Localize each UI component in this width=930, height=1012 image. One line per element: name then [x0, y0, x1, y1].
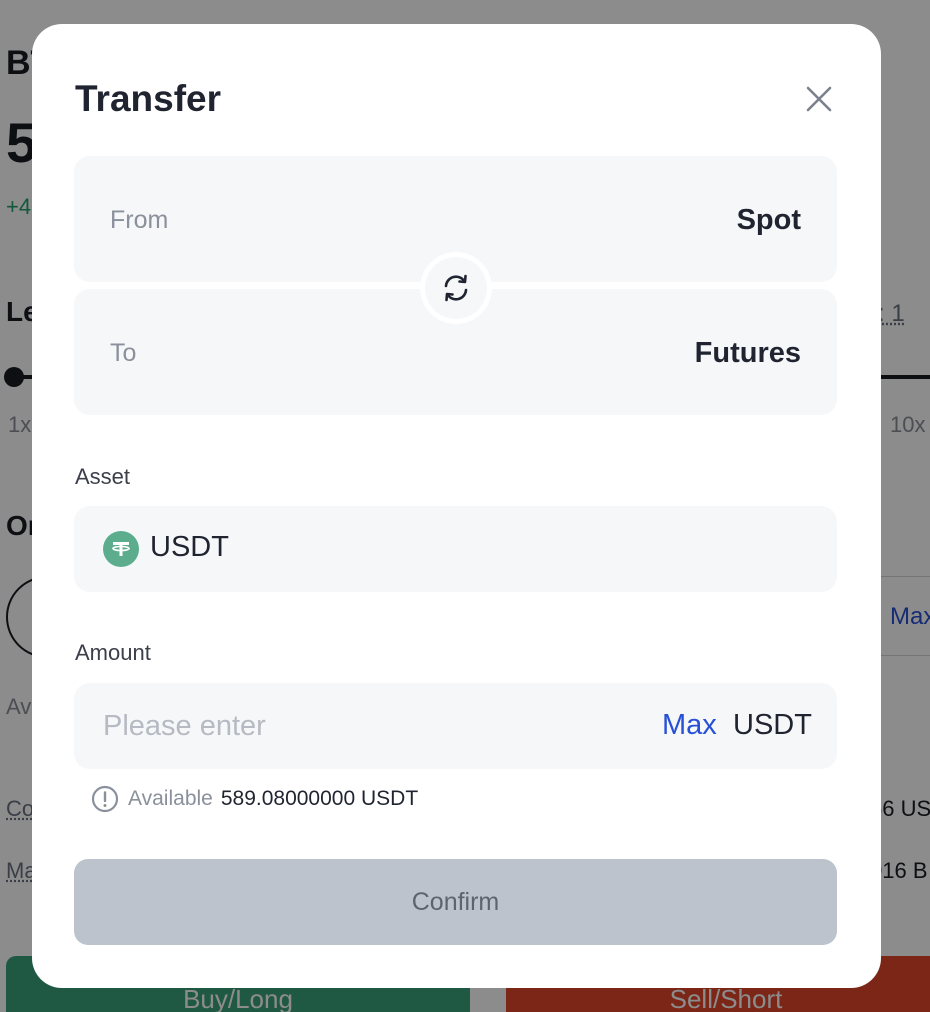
swap-direction-button[interactable]: [420, 252, 492, 324]
amount-field: Max USDT: [74, 683, 837, 769]
asset-selector[interactable]: USDT: [74, 506, 837, 592]
swap-button-inner: [425, 257, 487, 319]
transfer-modal: Transfer From Spot To Futures Asset USDT…: [32, 24, 881, 988]
from-value: Spot: [736, 204, 801, 236]
info-icon: [91, 785, 119, 813]
from-label: From: [110, 206, 169, 234]
amount-unit: USDT: [733, 709, 812, 741]
available-value: 589.08000000 USDT: [220, 787, 419, 810]
trading-page: BTC 5 +4 Le nt: 1 1x 10x Or Max Av Co 56…: [0, 0, 930, 1012]
close-icon: [806, 86, 832, 112]
amount-input[interactable]: [103, 701, 623, 751]
asset-value: USDT: [150, 531, 229, 563]
available-balance: Available 589.08000000 USDT: [91, 784, 418, 814]
amount-label: Amount: [75, 640, 151, 665]
close-button[interactable]: [802, 82, 836, 116]
to-value: Futures: [694, 337, 801, 369]
swap-arrows-icon: [444, 274, 468, 302]
usdt-icon: [103, 531, 139, 567]
max-button[interactable]: Max: [662, 709, 717, 742]
to-label: To: [110, 339, 137, 367]
modal-title: Transfer: [75, 78, 222, 119]
asset-label: Asset: [75, 464, 131, 489]
available-label: Available: [128, 787, 213, 810]
confirm-button[interactable]: Confirm: [74, 859, 837, 945]
